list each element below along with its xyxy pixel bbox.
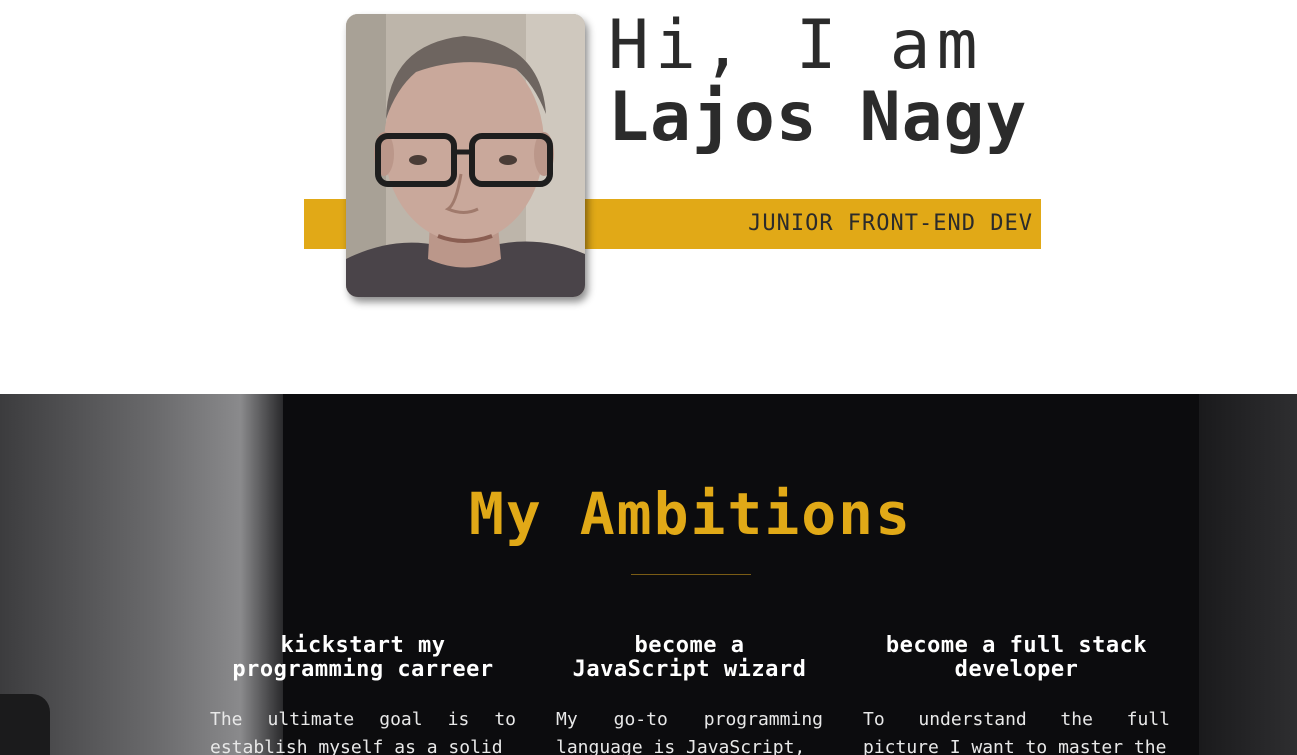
ambition-text: My go-to programming language is JavaScr…	[556, 709, 823, 755]
ambition-card-2: become a JavaScript wizard My go-to prog…	[556, 634, 823, 755]
ambition-text: The ultimate goal is to establish myself…	[210, 709, 516, 755]
ambitions-title: My Ambitions	[468, 480, 913, 548]
greeting-text: Hi, I am	[608, 6, 984, 85]
profile-photo	[346, 14, 585, 297]
ambition-card-1: kickstart my programming carreer The ult…	[210, 634, 516, 755]
ambitions-section: My Ambitions kickstart my programming ca…	[0, 394, 1297, 755]
role-title: JUNIOR FRONT-END DEV	[748, 211, 1033, 236]
background-object	[0, 694, 50, 755]
hero-section: JUNIOR FRONT-END DEV Hi, I am Lajos Nagy	[0, 0, 1297, 394]
ambition-title: kickstart my programming carreer	[232, 633, 494, 682]
ambition-title: become a JavaScript wizard	[572, 633, 807, 682]
ambition-title: become a full stack developer	[885, 633, 1148, 682]
person-name: Lajos Nagy	[608, 78, 1028, 157]
ambition-card-3: become a full stack developer To underst…	[863, 634, 1170, 755]
ambition-text: To understand the full picture I want to…	[863, 709, 1170, 755]
title-divider	[631, 574, 751, 575]
background-image-right	[1199, 394, 1297, 755]
